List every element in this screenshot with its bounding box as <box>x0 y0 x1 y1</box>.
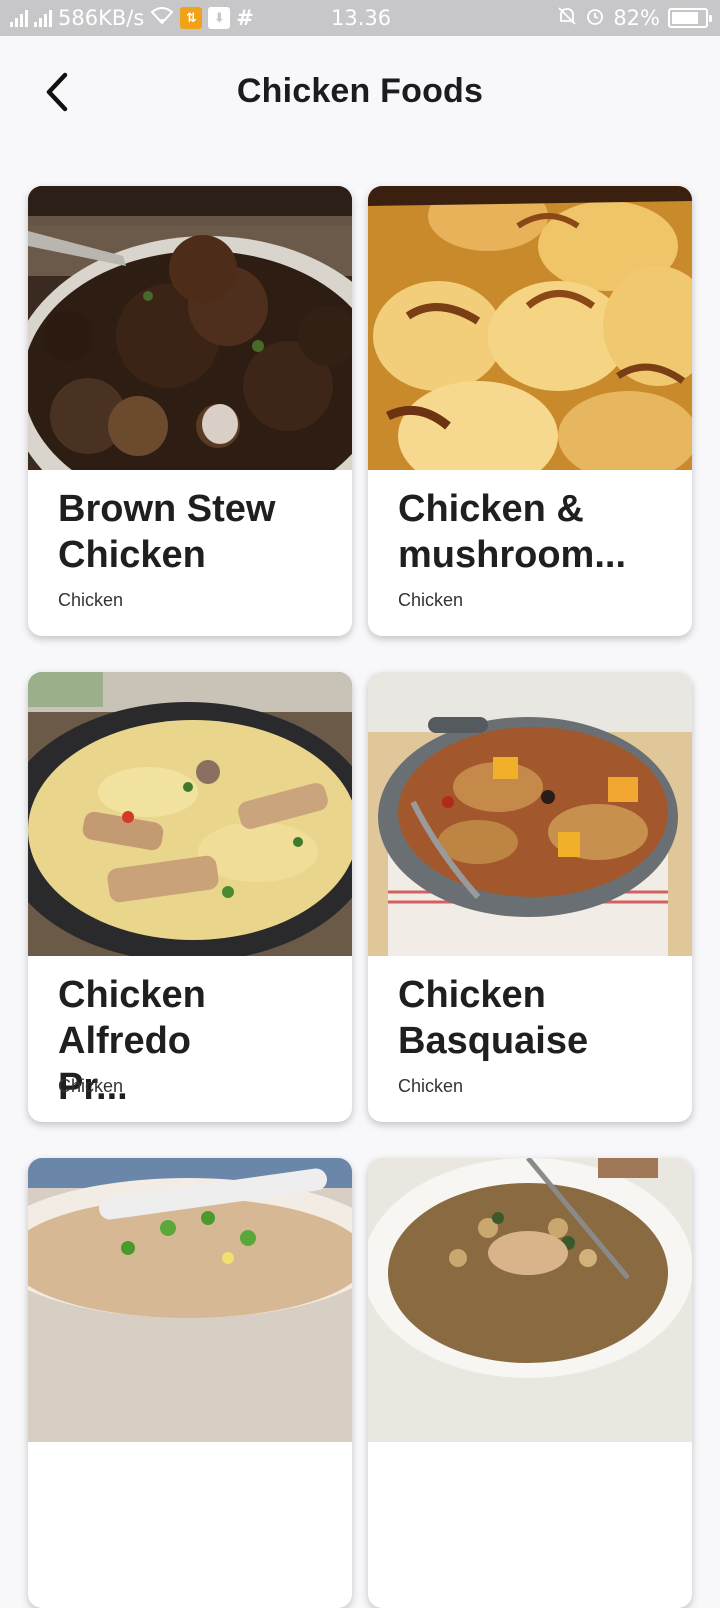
congee-photo <box>28 1158 352 1442</box>
meal-grid: Brown Stew Chicken Chicken Chicken & mus… <box>28 186 692 1608</box>
mute-icon <box>557 6 577 31</box>
status-bar-left: 586KB/s ⇅ ⬇ # <box>10 0 254 36</box>
hash-icon: # <box>236 6 254 30</box>
meal-card[interactable]: Chicken Alfredo Pr... Chicken <box>28 672 352 1122</box>
chicken-alfredo-photo <box>28 672 352 956</box>
battery-percent: 82% <box>613 6 660 30</box>
meal-name: Chicken & mushroom... <box>398 488 627 576</box>
meal-card[interactable]: Chicken Basquaise Chicken <box>368 672 692 1122</box>
signal-icon <box>10 9 28 27</box>
meal-card[interactable] <box>28 1158 352 1608</box>
status-bar-right: 82% <box>557 0 712 36</box>
meal-category: Chicken <box>398 1076 464 1096</box>
network-speed: 586KB/s <box>58 6 145 30</box>
wifi-icon <box>150 6 174 30</box>
meal-name: Brown Stew Chicken <box>58 488 276 576</box>
sim-icon: ⇅ <box>180 7 203 29</box>
meal-category: Chicken <box>58 1076 124 1096</box>
status-bar: 586KB/s ⇅ ⬇ # 13.36 82% <box>0 0 720 36</box>
meal-card[interactable]: Chicken & mushroom... Chicken <box>368 186 692 636</box>
brown-stew-chicken-photo <box>28 186 352 470</box>
meal-card[interactable] <box>368 1158 692 1608</box>
chicken-barley-photo <box>368 1158 692 1442</box>
meal-category: Chicken <box>58 590 124 610</box>
meal-name: Chicken Basquaise <box>398 974 589 1062</box>
clock: 13.36 <box>331 6 392 30</box>
signal-icon <box>34 9 52 27</box>
app-header: Chicken Foods <box>0 36 720 148</box>
download-icon: ⬇ <box>208 7 231 29</box>
meal-card[interactable]: Brown Stew Chicken Chicken <box>28 186 352 636</box>
meal-category: Chicken <box>398 590 464 610</box>
chicken-basquaise-photo <box>368 672 692 956</box>
alarm-icon <box>585 6 605 31</box>
chicken-mushroom-photo <box>368 186 692 470</box>
battery-icon <box>668 8 712 28</box>
page-title: Chicken Foods <box>236 72 484 110</box>
